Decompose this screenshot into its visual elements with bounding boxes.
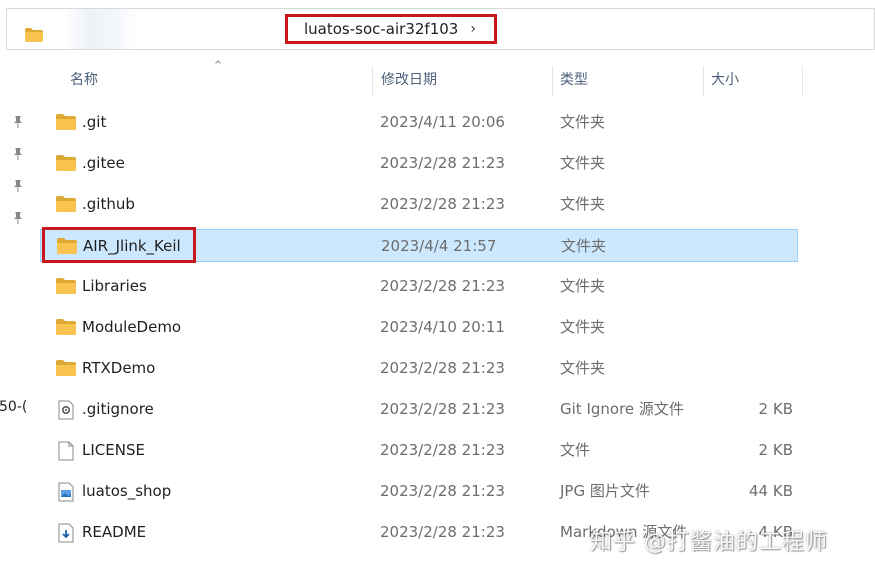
chevron-right-icon[interactable]: › (470, 21, 476, 37)
file-date-modified: 2023/2/28 21:23 (380, 400, 505, 418)
file-type: 文件夹 (560, 277, 606, 295)
folder-icon (56, 277, 76, 297)
blank-file-icon (56, 441, 76, 461)
file-row[interactable]: .gitee 2023/2/28 21:23 文件夹 (40, 147, 798, 180)
file-type: 文件夹 (560, 359, 606, 377)
nav-item-label-partial[interactable]: 50-( (0, 399, 27, 415)
column-header-row: ^ 名称 修改日期 类型 大小 (32, 60, 875, 100)
settings-file-icon (56, 400, 76, 420)
file-name: .gitee (82, 154, 125, 172)
file-size: 2 KB (758, 400, 793, 418)
file-date-modified: 2023/2/28 21:23 (380, 154, 505, 172)
image-file-icon (56, 482, 76, 502)
folder-icon (56, 154, 76, 174)
folder-icon (56, 318, 76, 338)
file-date-modified: 2023/2/28 21:23 (380, 482, 505, 500)
pin-icon[interactable] (11, 211, 25, 225)
file-type: 文件夹 (561, 237, 607, 255)
file-name: luatos_shop (82, 482, 172, 500)
column-divider[interactable] (372, 66, 373, 96)
file-row[interactable]: .git 2023/4/11 20:06 文件夹 (40, 106, 798, 139)
file-type: 文件 (560, 441, 591, 459)
file-name: LICENSE (82, 441, 145, 459)
file-date-modified: 2023/4/11 20:06 (380, 113, 505, 131)
column-divider[interactable] (802, 66, 803, 96)
file-name: ModuleDemo (82, 318, 182, 336)
file-date-modified: 2023/4/10 20:11 (380, 318, 505, 336)
address-bar[interactable]: luatos-soc-air32f103 › (6, 8, 875, 50)
column-header-date[interactable]: 修改日期 (375, 60, 551, 100)
folder-icon (56, 359, 76, 379)
column-header-name[interactable]: 名称 (64, 60, 372, 100)
file-row[interactable]: ModuleDemo 2023/4/10 20:11 文件夹 (40, 311, 798, 344)
file-date-modified: 2023/2/28 21:23 (380, 523, 505, 541)
file-name: Libraries (82, 277, 147, 295)
file-type: 文件夹 (560, 195, 606, 213)
file-name: AIR_Jlink_Keil (83, 237, 181, 255)
breadcrumb-label: luatos-soc-air32f103 (304, 20, 459, 38)
markdown-file-icon (56, 523, 76, 543)
file-name: .gitignore (82, 400, 154, 418)
file-row[interactable]: luatos_shop 2023/2/28 21:23 JPG 图片文件 44 KB (40, 475, 798, 508)
pin-icon[interactable] (11, 179, 25, 193)
file-type: 文件夹 (560, 318, 606, 336)
file-type: 文件夹 (560, 113, 606, 131)
file-date-modified: 2023/2/28 21:23 (380, 195, 505, 213)
file-row[interactable]: .gitignore 2023/2/28 21:23 Git Ignore 源文件 2… (40, 393, 798, 426)
file-name: .github (82, 195, 135, 213)
folder-icon (57, 237, 77, 257)
file-type: Git Ignore 源文件 (560, 400, 684, 418)
folder-icon (56, 113, 76, 133)
navigation-pane: 50-( (0, 60, 32, 574)
file-row[interactable]: AIR_Jlink_Keil 2023/4/4 21:57 文件夹 (40, 229, 798, 262)
file-size: 44 KB (749, 482, 793, 500)
breadcrumb-current-folder[interactable]: luatos-soc-air32f103 › (285, 14, 497, 44)
column-header-size[interactable]: 大小 (705, 60, 801, 100)
file-list: ^ 名称 修改日期 类型 大小 .git 2023/4/11 20:06 文件夹 .g… (32, 60, 875, 574)
folder-icon (25, 27, 43, 46)
file-name: RTXDemo (82, 359, 156, 377)
file-name: .git (82, 113, 107, 131)
file-name: README (82, 523, 147, 541)
column-divider[interactable] (703, 66, 704, 96)
file-row[interactable]: .github 2023/2/28 21:23 文件夹 (40, 188, 798, 221)
file-date-modified: 2023/2/28 21:23 (380, 277, 505, 295)
file-row[interactable]: LICENSE 2023/2/28 21:23 文件 2 KB (40, 434, 798, 467)
file-type: JPG 图片文件 (560, 482, 650, 500)
file-type: 文件夹 (560, 154, 606, 172)
file-row[interactable]: RTXDemo 2023/2/28 21:23 文件夹 (40, 352, 798, 385)
watermark: 知乎 @打酱油的工程师 (590, 530, 828, 555)
file-size: 2 KB (758, 441, 793, 459)
pin-icon[interactable] (11, 147, 25, 161)
column-divider[interactable] (552, 66, 553, 96)
blurred-path-segment (63, 9, 137, 49)
file-date-modified: 2023/2/28 21:23 (380, 441, 505, 459)
file-date-modified: 2023/4/4 21:57 (381, 237, 497, 255)
folder-icon (56, 195, 76, 215)
column-header-type[interactable]: 类型 (554, 60, 702, 100)
file-date-modified: 2023/2/28 21:23 (380, 359, 505, 377)
file-row[interactable]: Libraries 2023/2/28 21:23 文件夹 (40, 270, 798, 303)
pin-icon[interactable] (11, 115, 25, 129)
